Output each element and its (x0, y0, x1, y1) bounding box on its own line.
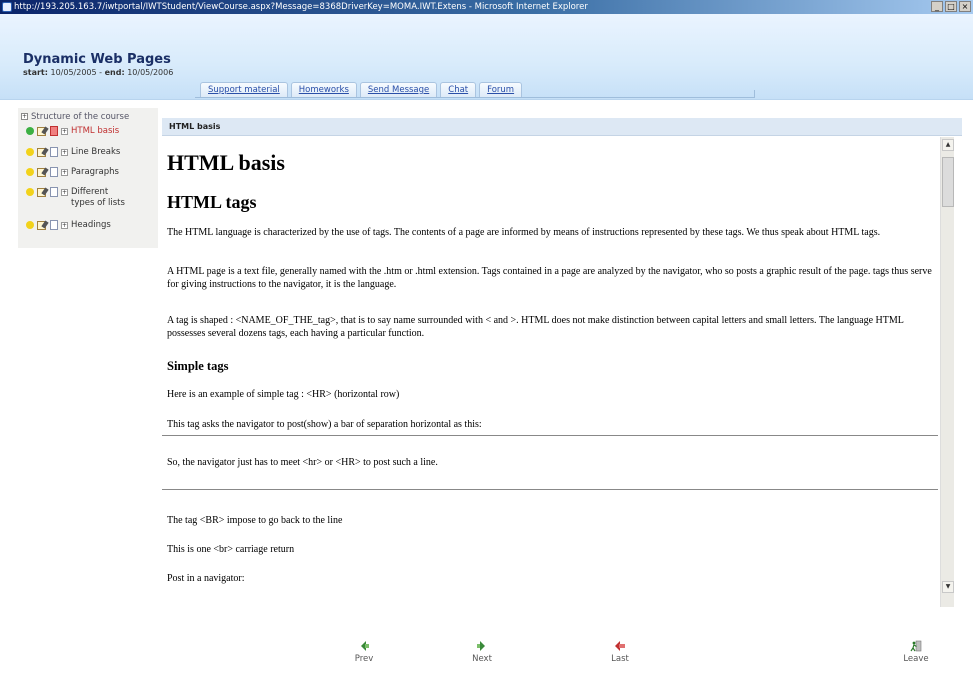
paragraph: This tag asks the navigator to post(show… (167, 419, 482, 430)
course-title: Dynamic Web Pages (23, 52, 171, 67)
structure-label: Structure of the course (31, 112, 130, 122)
paragraph: This is one <br> carriage return (167, 544, 295, 555)
lesson-title: HTML basis (167, 150, 285, 175)
start-label: start: (23, 68, 48, 77)
maximize-button[interactable]: □ (945, 1, 957, 12)
scroll-thumb[interactable] (942, 157, 954, 207)
leave-label: Leave (903, 654, 929, 664)
subsection-heading: Simple tags (167, 359, 229, 373)
edit-icon[interactable] (37, 148, 46, 157)
next-button[interactable]: Next (462, 640, 502, 664)
end-date: 10/05/2006 (127, 68, 174, 77)
edit-icon[interactable] (37, 127, 46, 136)
paragraph: So, the navigator just has to meet <hr> … (167, 457, 438, 468)
paragraph: A HTML page is a text file, generally na… (167, 266, 932, 290)
expand-icon[interactable]: + (61, 149, 68, 156)
status-dot-icon (26, 221, 34, 229)
horizontal-rule (162, 435, 938, 436)
expand-icon[interactable]: + (21, 113, 28, 120)
sidebar-item-lists[interactable]: + Different types of lists (26, 187, 131, 209)
status-dot-icon (26, 188, 34, 196)
last-arrow-icon (615, 641, 625, 651)
paragraph: A tag is shaped : <NAME_OF_THE_tag>, tha… (167, 315, 904, 339)
section-heading: HTML tags (167, 192, 257, 212)
last-label: Last (611, 654, 629, 664)
tab-chat[interactable]: Chat (440, 82, 477, 98)
tab-homeworks[interactable]: Homeworks (290, 82, 357, 98)
course-dates: start: 10/05/2005 - end: 10/05/2006 (23, 68, 173, 77)
sidebar-item-line-breaks[interactable]: + Line Breaks (26, 147, 120, 158)
status-dot-icon (26, 127, 34, 135)
edit-icon[interactable] (37, 168, 46, 177)
prev-arrow-icon (361, 641, 369, 651)
next-label: Next (472, 654, 492, 664)
scroll-up-button[interactable]: ▲ (942, 139, 954, 151)
edit-icon[interactable] (37, 221, 46, 230)
page-icon (50, 220, 58, 230)
prev-button[interactable]: Prev (344, 640, 384, 664)
tab-forum[interactable]: Forum (479, 82, 523, 98)
sidebar-item-label: Paragraphs (71, 167, 119, 177)
date-separator: - (99, 68, 103, 77)
page-icon (50, 126, 58, 136)
page-icon (50, 147, 58, 157)
breadcrumb: HTML basis (169, 122, 221, 131)
prev-label: Prev (354, 654, 374, 664)
status-dot-icon (26, 168, 34, 176)
window-title: http://193.205.163.7/iwtportal/IWTStuden… (14, 2, 588, 12)
sidebar-item-html-basis[interactable]: + HTML basis (26, 126, 119, 137)
course-header: Dynamic Web Pages start: 10/05/2005 - en… (0, 14, 973, 100)
last-button[interactable]: Last (600, 640, 640, 664)
expand-icon[interactable]: + (61, 189, 68, 196)
window-titlebar: http://193.205.163.7/iwtportal/IWTStuden… (0, 0, 973, 14)
tab-send-message[interactable]: Send Message (359, 82, 438, 98)
sidebar-item-headings[interactable]: + Headings (26, 220, 111, 231)
paragraph: The HTML language is characterized by th… (167, 227, 881, 238)
lesson-navigation: Prev Next Last Leave (0, 640, 973, 685)
sidebar-item-label: Headings (71, 220, 111, 230)
window-controls: _ □ × (931, 1, 971, 12)
minimize-button[interactable]: _ (931, 1, 943, 12)
end-label: end: (104, 68, 125, 77)
sidebar-item-label: Different types of lists (71, 187, 125, 208)
course-tabs: Support material Homeworks Send Message … (200, 82, 523, 98)
paragraph: Post in a navigator: (167, 573, 245, 584)
close-button[interactable]: × (959, 1, 971, 12)
sidebar-item-label: HTML basis (71, 126, 120, 136)
exit-icon (910, 640, 922, 652)
expand-icon[interactable]: + (61, 222, 68, 229)
sidebar-item-paragraphs[interactable]: + Paragraphs (26, 167, 119, 178)
expand-icon[interactable]: + (61, 169, 68, 176)
expand-icon[interactable]: + (61, 128, 68, 135)
edit-icon[interactable] (37, 188, 46, 197)
page-icon (50, 167, 58, 177)
lesson-content: HTML basis HTML tags The HTML language i… (162, 137, 938, 607)
structure-heading[interactable]: + Structure of the course (21, 112, 129, 122)
start-date: 10/05/2005 (50, 68, 97, 77)
content-breadcrumb-bar: HTML basis (162, 118, 962, 136)
scroll-down-button[interactable]: ▼ (942, 581, 954, 593)
page-icon (50, 187, 58, 197)
paragraph: Here is an example of simple tag : <HR> … (167, 389, 400, 400)
leave-button[interactable]: Leave (896, 640, 936, 664)
sidebar-item-label: Line Breaks (71, 147, 121, 157)
tab-support-material[interactable]: Support material (200, 82, 288, 98)
tab-underline-end (754, 90, 755, 98)
tab-underline (195, 97, 755, 98)
content-scrollbar[interactable]: ▲ ▼ (940, 137, 954, 607)
status-dot-icon (26, 148, 34, 156)
next-arrow-icon (477, 641, 485, 651)
horizontal-rule (162, 489, 938, 490)
ie-icon (2, 2, 12, 12)
paragraph: The tag <BR> impose to go back to the li… (167, 515, 343, 526)
